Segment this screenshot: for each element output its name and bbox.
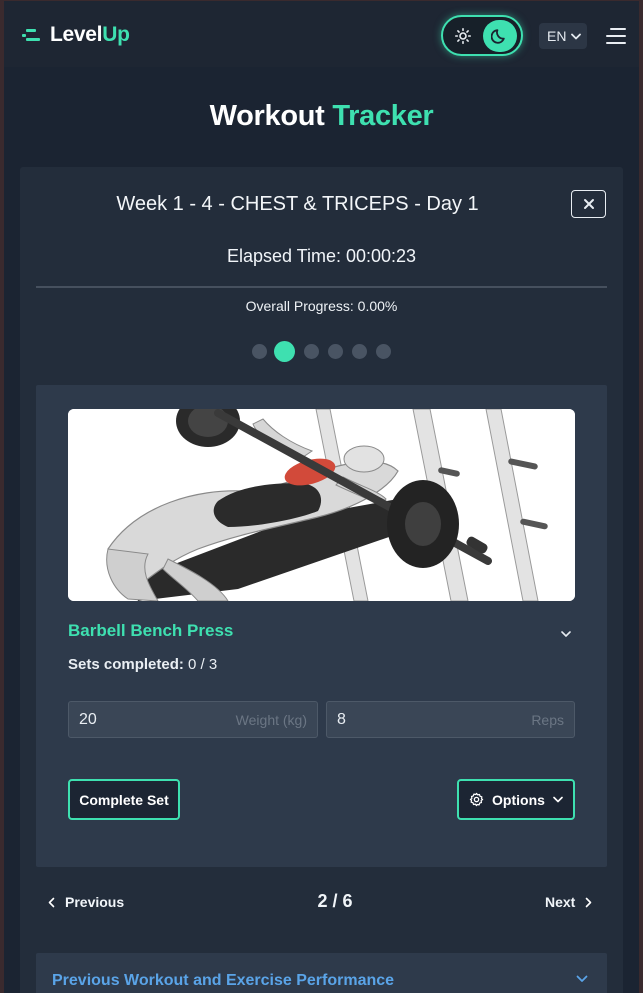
page-title-part2: Tracker <box>332 100 434 132</box>
sets-completed-value: 0 / 3 <box>188 656 218 673</box>
chevron-right-icon <box>586 897 592 907</box>
sets-completed: Sets completed: 0 / 3 <box>68 656 217 673</box>
menu-icon[interactable] <box>604 27 626 45</box>
moon-icon[interactable] <box>483 20 517 52</box>
logo-icon <box>20 27 40 43</box>
next-label: Next <box>545 894 576 910</box>
language-select[interactable]: EN <box>539 23 587 49</box>
step-dot[interactable] <box>328 344 343 359</box>
reps-placeholder: Reps <box>531 711 564 728</box>
sun-icon[interactable] <box>452 25 474 47</box>
weight-placeholder: Weight (kg) <box>235 711 307 728</box>
exercise-illustration <box>68 409 575 601</box>
close-icon <box>583 199 594 209</box>
page-title: Workout Tracker <box>0 100 643 133</box>
gear-icon <box>469 792 484 807</box>
elapsed-time: Elapsed Time: 00:00:23 <box>226 246 417 266</box>
step-dot-active[interactable] <box>274 341 295 362</box>
exercise-name[interactable]: Barbell Bench Press <box>68 621 233 641</box>
sets-completed-label: Sets completed: <box>68 656 184 673</box>
logo-text-level: Level <box>50 23 103 46</box>
logo[interactable]: LevelUp <box>20 23 130 47</box>
weight-input[interactable]: 20 Weight (kg) <box>68 701 318 738</box>
logo-text: LevelUp <box>50 23 130 47</box>
theme-toggle[interactable] <box>441 15 523 56</box>
previous-performance-accordion[interactable]: Previous Workout and Exercise Performanc… <box>36 953 607 993</box>
chevron-down-icon <box>571 33 582 39</box>
step-dot[interactable] <box>352 344 367 359</box>
weight-value: 20 <box>79 710 97 728</box>
previous-performance-title: Previous Workout and Exercise Performanc… <box>52 972 395 989</box>
step-dot[interactable] <box>252 344 267 359</box>
exercise-panel: Barbell Bench Press Sets completed: 0 / … <box>36 385 607 867</box>
workout-name: Week 1 - 4 - CHEST & TRICEPS - Day 1 <box>116 193 479 215</box>
reps-value: 8 <box>337 710 346 728</box>
chevron-down-icon[interactable] <box>559 627 573 641</box>
step-dot[interactable] <box>376 344 391 359</box>
complete-set-button[interactable]: Complete Set <box>68 779 180 820</box>
divider <box>36 286 607 288</box>
options-button[interactable]: Options <box>457 779 575 820</box>
reps-input[interactable]: 8 Reps <box>326 701 575 738</box>
language-value: EN <box>547 28 567 44</box>
step-dot[interactable] <box>304 344 319 359</box>
top-navbar: LevelUp EN <box>4 1 639 67</box>
next-button[interactable]: Next <box>545 894 592 910</box>
overall-progress: Overall Progress: 0.00% <box>245 298 398 314</box>
workout-card: Week 1 - 4 - CHEST & TRICEPS - Day 1 Ela… <box>20 167 623 993</box>
chevron-down-icon <box>576 975 588 982</box>
options-label: Options <box>492 791 545 808</box>
logo-text-up: Up <box>102 23 130 46</box>
page-title-part1: Workout <box>209 100 325 132</box>
chevron-down-icon <box>553 796 563 803</box>
close-workout-button[interactable] <box>571 190 606 218</box>
